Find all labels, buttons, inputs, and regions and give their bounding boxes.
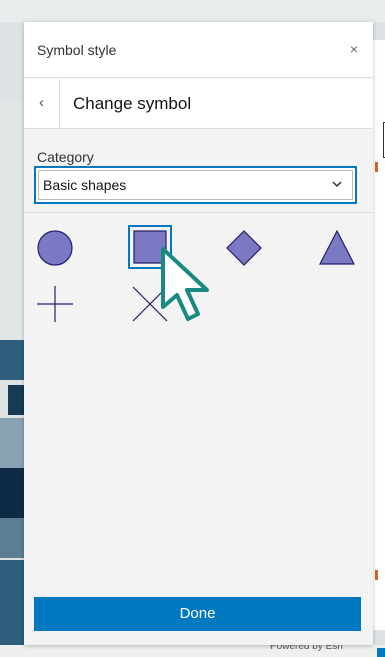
symbol-circle[interactable] [35,228,75,268]
change-symbol-header: ‹ Change symbol [24,79,373,129]
done-button[interactable]: Done [34,597,361,631]
panel-header: Symbol style × [24,22,373,78]
change-symbol-title: Change symbol [73,94,192,113]
symbol-cross[interactable] [35,284,75,324]
chevron-down-icon [332,181,342,188]
symbol-x[interactable] [130,284,170,324]
symbol-triangle[interactable] [317,228,357,268]
right-panel-marker [375,162,378,172]
chevron-left-icon: ‹ [39,94,44,111]
right-panel-marker-lower [375,570,378,580]
x-icon [132,286,168,322]
triangle-icon [319,229,355,265]
category-selected-value: Basic shapes [43,177,127,193]
category-select[interactable]: Basic shapes [34,166,357,204]
back-button[interactable]: ‹ [24,79,60,129]
cross-icon [37,286,73,322]
category-label: Category [37,149,94,165]
right-side-panel [372,40,385,630]
symbol-content: Category Basic shapes Done [24,130,373,645]
right-panel-button[interactable] [377,648,385,657]
panel-title: Symbol style [37,42,117,58]
circle-icon [37,230,73,266]
square-icon [133,230,167,264]
symbol-square[interactable] [128,225,172,269]
symbol-style-panel: Symbol style × ‹ Change symbol Category … [24,22,373,645]
diamond-icon [226,230,262,266]
close-button[interactable]: × [346,41,362,57]
close-icon: × [349,41,359,57]
symbol-diamond[interactable] [224,228,264,268]
divider [24,212,373,213]
